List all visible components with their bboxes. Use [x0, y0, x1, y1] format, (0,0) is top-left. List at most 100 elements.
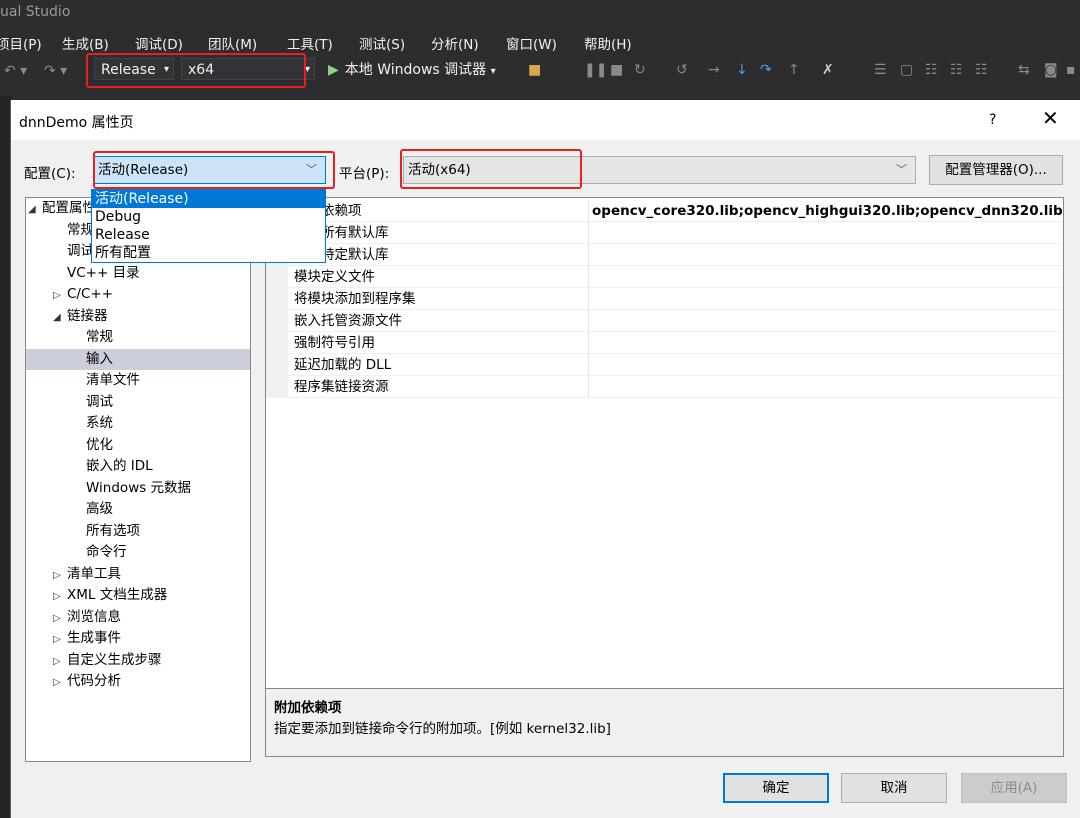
- tree-item-custom-build-step[interactable]: ▷ 自定义生成步骤: [53, 650, 162, 671]
- tree-item-label: 调试: [67, 243, 94, 259]
- tree-item-label: 代码分析: [67, 673, 121, 689]
- cancel-button[interactable]: 取消: [841, 773, 947, 803]
- apply-button[interactable]: 应用(A): [961, 773, 1067, 803]
- tree-item-embedded-idl[interactable]: 嵌入的 IDL: [86, 456, 153, 477]
- property-row[interactable]: 延迟加载的 DLL: [266, 354, 1063, 376]
- menu-tools[interactable]: 工具(T): [287, 33, 333, 53]
- expanded-icon: ◢: [28, 204, 36, 215]
- tree-item-advanced[interactable]: 高级: [86, 499, 113, 520]
- property-value[interactable]: [592, 376, 1062, 398]
- row-gutter: [266, 354, 288, 376]
- tree-item-browse-info[interactable]: ▷ 浏览信息: [53, 607, 121, 628]
- property-value[interactable]: opencv_core320.lib;opencv_highgui320.lib…: [592, 200, 1062, 222]
- align-icon[interactable]: ☷: [975, 61, 988, 79]
- start-debugger-button[interactable]: ▶ 本地 Windows 调试器 ▾: [328, 59, 496, 79]
- property-tree[interactable]: ◢ 配置属性 常规 调试 VC++ 目录 ▷ C/C++ ◢ 链接器 常规 输入 清单…: [25, 197, 251, 762]
- menu-build[interactable]: 生成(B): [62, 33, 109, 53]
- tree-item-xml-doc-generator[interactable]: ▷ XML 文档生成器: [53, 585, 167, 606]
- description-text: 指定要添加到链接命令行的附加项。[例如 kernel32.lib]: [274, 721, 611, 737]
- menu-debug[interactable]: 调试(D): [135, 33, 183, 53]
- property-value[interactable]: [592, 332, 1062, 354]
- tree-item-vc-directories[interactable]: VC++ 目录: [67, 263, 140, 284]
- tree-item-manifest-file[interactable]: 清单文件: [86, 370, 140, 391]
- help-button[interactable]: ?: [989, 112, 996, 128]
- indent-icon[interactable]: ☰: [874, 61, 887, 79]
- tree-item-label: 链接器: [67, 308, 108, 324]
- config-dropdown-list[interactable]: 活动(Release) Debug Release 所有配置: [91, 189, 326, 263]
- property-value[interactable]: [592, 354, 1062, 376]
- layout-icon[interactable]: ☷: [950, 61, 963, 79]
- tree-item-code-analysis[interactable]: ▷ 代码分析: [53, 671, 121, 692]
- camera-icon[interactable]: ◙: [1044, 61, 1058, 79]
- config-option-all[interactable]: 所有配置: [92, 244, 325, 262]
- tree-item-build-events[interactable]: ▷ 生成事件: [53, 628, 121, 649]
- tree-item-debugging[interactable]: 调试: [67, 241, 94, 262]
- menu-window[interactable]: 窗口(W): [506, 33, 557, 53]
- config-option-active-release[interactable]: 活动(Release): [92, 190, 325, 208]
- property-value[interactable]: [592, 222, 1062, 244]
- property-row[interactable]: 模块定义文件: [266, 266, 1063, 288]
- step-over-icon[interactable]: ↷: [760, 61, 772, 79]
- menu-team[interactable]: 团队(M): [208, 33, 257, 53]
- comment-icon[interactable]: ⇆: [1018, 61, 1030, 79]
- config-option-debug[interactable]: Debug: [92, 208, 325, 226]
- step-out-icon[interactable]: ↑: [788, 61, 800, 79]
- tree-item-label: 嵌入的 IDL: [86, 458, 153, 474]
- restart-icon[interactable]: ↻: [634, 61, 646, 79]
- property-value[interactable]: [592, 310, 1062, 332]
- property-row[interactable]: 附加依赖项 opencv_core320.lib;opencv_highgui32…: [266, 200, 1063, 222]
- tree-item-manifest-tool[interactable]: ▷ 清单工具: [53, 564, 121, 585]
- pause-icon[interactable]: ❚❚: [584, 61, 607, 79]
- tree-item-command-line[interactable]: 命令行: [86, 542, 127, 563]
- tree-item-config-properties[interactable]: ◢ 配置属性: [28, 198, 96, 219]
- property-row[interactable]: 忽略所有默认库: [266, 222, 1063, 244]
- property-value[interactable]: [592, 266, 1062, 288]
- tree-item-label: 系统: [86, 415, 113, 431]
- tree-item-cpp[interactable]: ▷ C/C++: [53, 284, 113, 305]
- tree-item-linker-debugging[interactable]: 调试: [86, 392, 113, 413]
- config-option-release[interactable]: Release: [92, 226, 325, 244]
- tree-item-windows-metadata[interactable]: Windows 元数据: [86, 478, 191, 499]
- tree-item-label: C/C++: [67, 286, 114, 302]
- step-into-icon[interactable]: ↓: [736, 61, 748, 79]
- step-back-icon[interactable]: ↺: [676, 61, 688, 79]
- property-row[interactable]: 忽略特定默认库: [266, 244, 1063, 266]
- attach-icon[interactable]: ■: [528, 61, 541, 79]
- menu-test[interactable]: 测试(S): [359, 33, 405, 53]
- tree-item-general[interactable]: 常规: [67, 220, 94, 241]
- column-divider: [588, 222, 589, 244]
- property-row[interactable]: 强制符号引用: [266, 332, 1063, 354]
- tree-item-linker[interactable]: ◢ 链接器: [53, 306, 108, 327]
- show-next-icon[interactable]: →: [708, 61, 720, 79]
- menu-help[interactable]: 帮助(H): [584, 33, 632, 53]
- property-row[interactable]: 嵌入托管资源文件: [266, 310, 1063, 332]
- ok-button[interactable]: 确定: [723, 773, 829, 803]
- property-name: 嵌入托管资源文件: [294, 313, 402, 329]
- format-icon[interactable]: ☷: [925, 61, 938, 79]
- tree-item-linker-general[interactable]: 常规: [86, 327, 113, 348]
- property-value[interactable]: [592, 244, 1062, 266]
- property-row[interactable]: 将模块添加到程序集: [266, 288, 1063, 310]
- redo-icon[interactable]: ↷ ▾: [44, 62, 67, 80]
- tree-item-all-options[interactable]: 所有选项: [86, 521, 140, 542]
- close-icon[interactable]: ✕: [1042, 108, 1059, 128]
- stop-icon[interactable]: ■: [610, 61, 623, 79]
- tree-item-linker-input[interactable]: 输入: [26, 349, 250, 370]
- menu-project[interactable]: 项目(P): [0, 33, 42, 53]
- property-row[interactable]: 程序集链接资源: [266, 376, 1063, 398]
- run-label: 本地 Windows 调试器: [344, 62, 487, 78]
- dialog-title: dnnDemo 属性页: [19, 115, 134, 131]
- tree-item-system[interactable]: 系统: [86, 413, 113, 434]
- more-icon[interactable]: ▪: [1066, 61, 1076, 79]
- collapsed-icon: ▷: [53, 677, 61, 688]
- property-grid[interactable]: 附加依赖项 opencv_core320.lib;opencv_highgui32…: [265, 197, 1064, 689]
- tree-item-label: 常规: [86, 329, 113, 345]
- highlight-box: [400, 149, 582, 189]
- undo-icon[interactable]: ↶ ▾: [4, 62, 27, 80]
- property-value[interactable]: [592, 288, 1062, 310]
- breakpoint-icon[interactable]: ✗: [822, 61, 834, 79]
- config-manager-button[interactable]: 配置管理器(O)...: [929, 155, 1063, 185]
- menu-analyze[interactable]: 分析(N): [431, 33, 479, 53]
- document-icon[interactable]: ▢: [900, 61, 913, 79]
- tree-item-optimization[interactable]: 优化: [86, 435, 113, 456]
